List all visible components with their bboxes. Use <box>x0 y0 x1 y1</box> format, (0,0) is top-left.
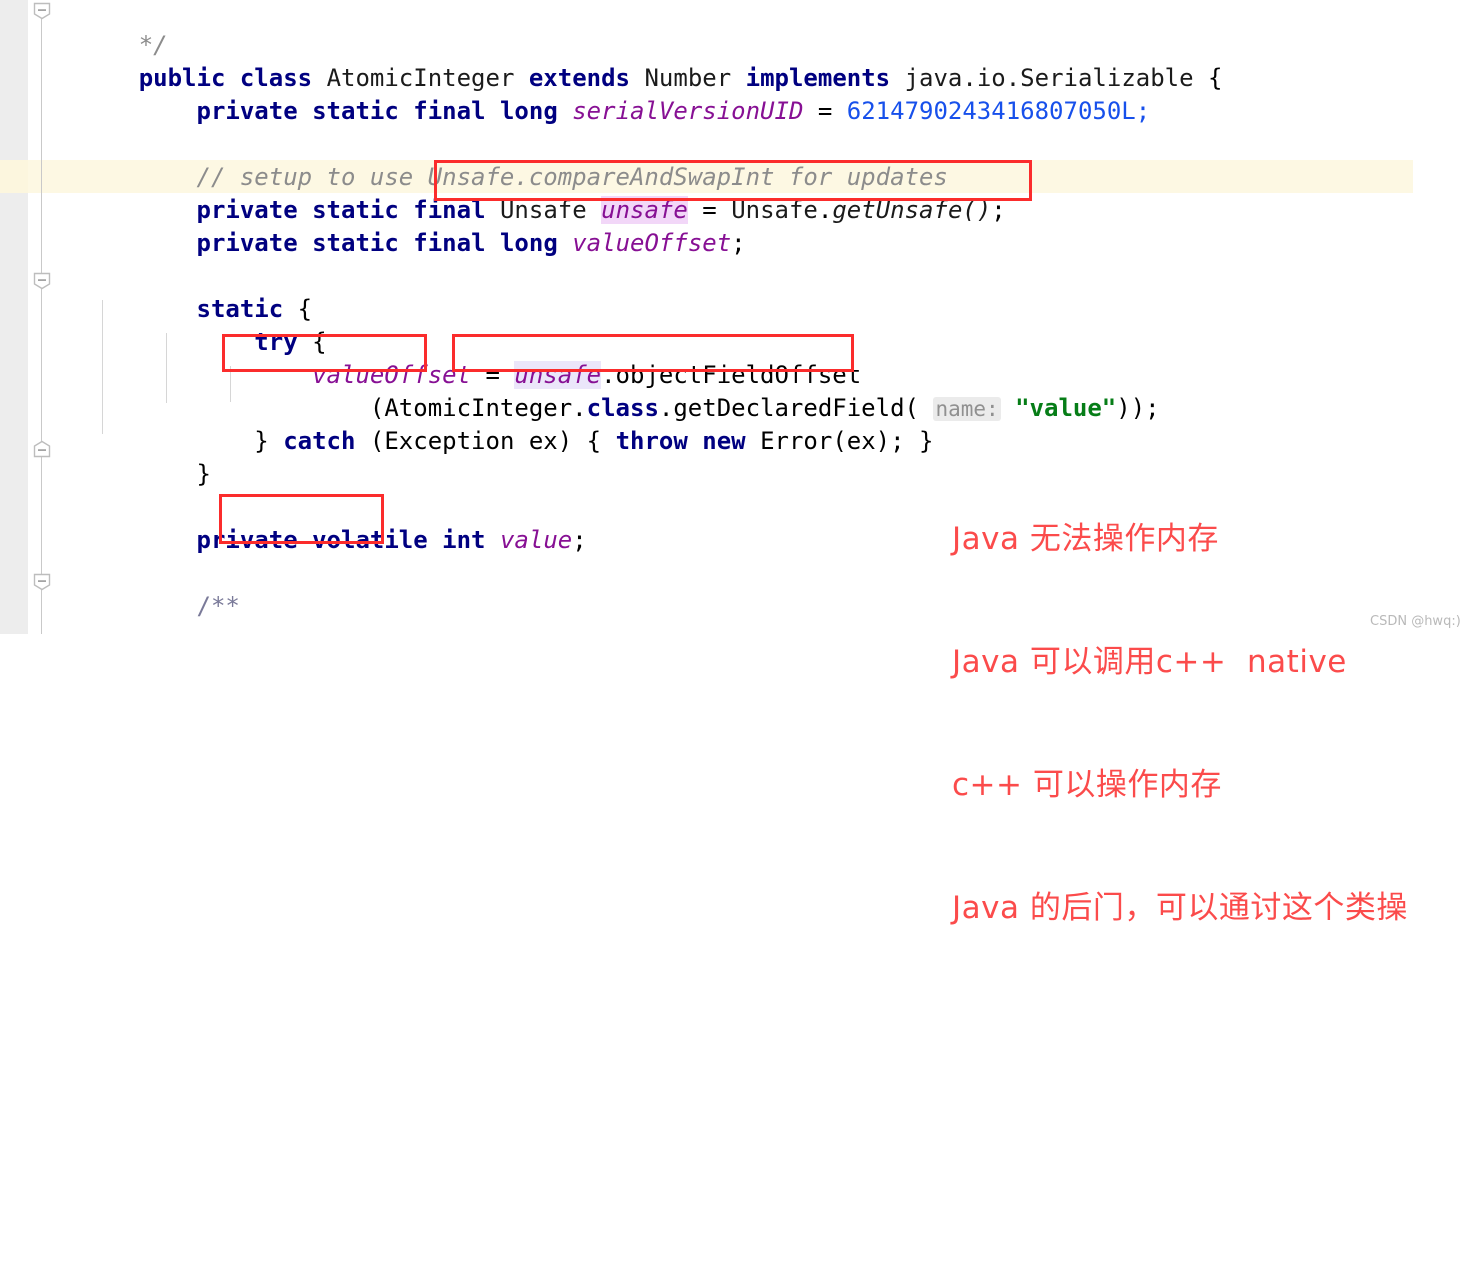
code-line-13[interactable]: } catch (Exception ex) { throw new Error… <box>0 392 1468 455</box>
code-line-12[interactable]: (AtomicInteger.class.getDeclaredField( n… <box>0 359 1468 422</box>
code-line-10[interactable]: try { <box>0 293 1468 356</box>
code-line-7[interactable]: private static final long valueOffset; <box>0 194 1468 257</box>
code-editor-pane[interactable]: */ public class AtomicInteger extends Nu… <box>0 0 1468 926</box>
watermark-csdn: CSDN @hwq:) <box>1370 614 1461 629</box>
annotation-notes: Java 无法操作内存 Java 可以调用c++ native c++ 可以操作… <box>952 437 1408 1011</box>
annotation-note-2: Java 可以调用c++ native <box>952 644 1347 680</box>
code-line-5[interactable]: // setup to use Unsafe.compareAndSwapInt… <box>0 128 1468 191</box>
code-line-9[interactable]: static { <box>0 260 1468 323</box>
token-javadoc-start: /** <box>196 592 240 621</box>
annotation-note-3: c++ 可以操作内存 <box>952 767 1222 803</box>
code-line-4-blank[interactable] <box>0 95 1468 128</box>
code-line-11[interactable]: valueOffset = unsafe.objectFieldOffset <box>0 326 1468 390</box>
code-line-8-blank[interactable] <box>0 227 1468 260</box>
code-line-1[interactable]: */ <box>0 0 1468 59</box>
annotation-note-4: Java 的后门，可以通讨这个类操 <box>952 890 1408 926</box>
code-line-6[interactable]: private static final Unsafe unsafe = Uns… <box>0 161 1468 225</box>
annotation-note-1: Java 无法操作内存 <box>952 521 1219 557</box>
code-line-2[interactable]: public class AtomicInteger extends Numbe… <box>0 29 1468 92</box>
code-line-3[interactable]: private static final long serialVersionU… <box>0 62 1468 125</box>
